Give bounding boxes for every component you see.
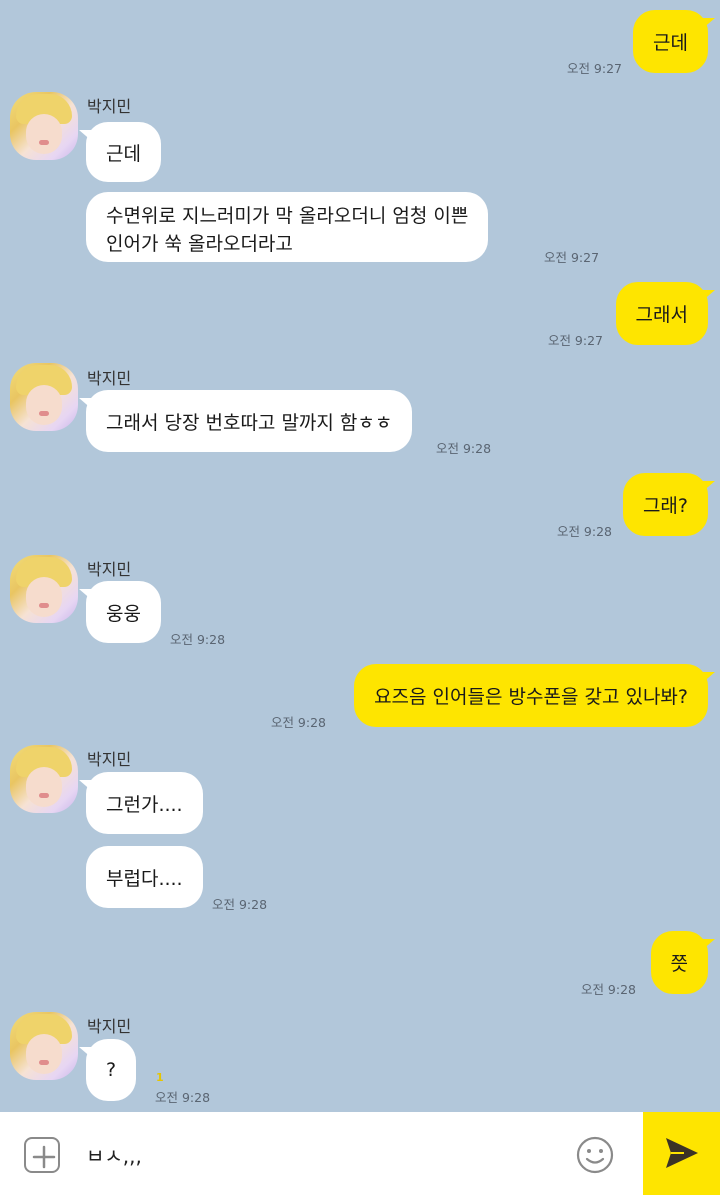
message-time: 오전 9:28 (155, 1090, 211, 1105)
their-message-bubble[interactable]: 근데 (79, 122, 161, 182)
their-message-bubble[interactable]: 웅웅 (79, 581, 161, 643)
contact-name: 박지민 (87, 369, 132, 388)
send-icon (666, 1138, 698, 1168)
smiley-icon-glyph (576, 1136, 614, 1174)
message-time: 오전 9:28 (556, 524, 612, 539)
message-line: 수면위로 지느러미가 막 올라오더니 엄청 이쁜 (106, 205, 469, 227)
contact-name: 박지민 (87, 750, 132, 769)
message-time: 오전 9:27 (544, 250, 600, 265)
send-button[interactable] (643, 1112, 720, 1195)
message-time: 오전 9:28 (270, 715, 326, 730)
smiley-icon[interactable] (575, 1135, 615, 1175)
message-time: 오전 9:28 (212, 897, 268, 912)
their-message-bubble[interactable]: ? (78, 1039, 137, 1101)
contact-avatar[interactable] (10, 92, 78, 160)
contact-avatar[interactable] (10, 555, 78, 623)
message-time: 오전 9:28 (436, 441, 492, 456)
plus-icon-glyph (32, 1145, 56, 1169)
message-line: 인어가 쑥 올라오더라고 (106, 233, 293, 255)
my-message-bubble[interactable]: 요즈음 인어들은 방수폰을 갖고 있나봐? (354, 664, 715, 727)
contact-name: 박지민 (87, 1017, 132, 1036)
their-message-bubble[interactable]: 수면위로 지느러미가 막 올라오더니 엄청 이쁜 인어가 쑥 올라오더라고 (86, 192, 489, 262)
message-input[interactable] (86, 1134, 556, 1174)
contact-name: 박지민 (87, 97, 132, 116)
message-input-bar (0, 1112, 720, 1195)
my-message-bubble[interactable]: 그래? (622, 473, 716, 536)
their-message-bubble[interactable]: 그런가.... (79, 772, 203, 834)
my-message-bubble[interactable]: 근데 (633, 10, 715, 73)
their-message-bubble[interactable]: 부럽다.... (86, 846, 203, 908)
my-message-bubble[interactable]: 그래서 (615, 282, 716, 345)
contact-avatar[interactable] (10, 1012, 78, 1080)
message-time: 오전 9:27 (566, 61, 622, 76)
plus-icon[interactable] (24, 1137, 60, 1173)
contact-avatar[interactable] (10, 745, 78, 813)
unread-count: 1 (156, 1071, 164, 1084)
my-message-bubble[interactable]: 쯧 (650, 931, 716, 994)
message-time: 오전 9:28 (170, 632, 226, 647)
contact-name: 박지민 (87, 560, 132, 579)
message-time: 오전 9:27 (547, 333, 603, 348)
contact-avatar[interactable] (10, 363, 78, 431)
chat-area[interactable]: 오전 9:27 근데 박지민 근데 수면위로 지느러미가 막 올라오더니 엄청 … (0, 0, 720, 1112)
message-time: 오전 9:28 (580, 982, 636, 997)
their-message-bubble[interactable]: 그래서 당장 번호따고 말까지 함ㅎㅎ (78, 390, 413, 452)
